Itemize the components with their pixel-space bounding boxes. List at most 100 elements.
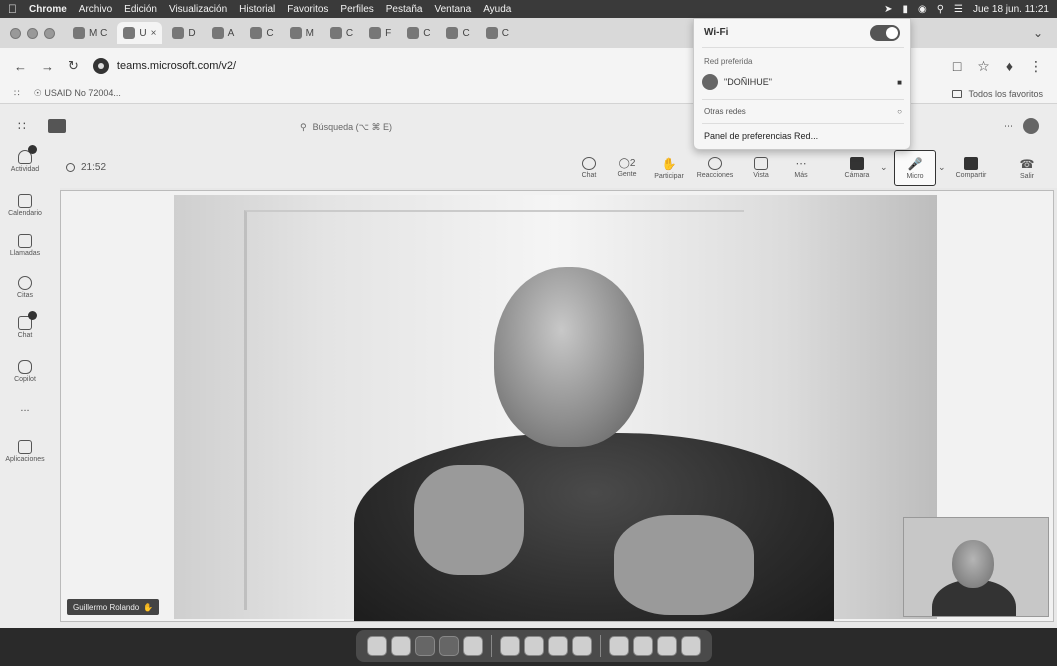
minimize-window-button[interactable] bbox=[27, 27, 38, 39]
more-icon[interactable]: ⋮ bbox=[1029, 58, 1043, 75]
chrome-app-icon[interactable] bbox=[415, 636, 435, 656]
menubar-item[interactable]: Perfiles bbox=[340, 4, 373, 15]
camera-options-chevron-icon[interactable]: ⌄ bbox=[880, 162, 888, 173]
app-icon[interactable] bbox=[439, 636, 459, 656]
search-icon[interactable]: ⚲ bbox=[937, 4, 944, 15]
battery-icon[interactable]: ▮ bbox=[902, 4, 908, 15]
extensions-icon[interactable]: ♦ bbox=[1006, 58, 1013, 75]
rail-item-chat[interactable]: Chat bbox=[0, 311, 50, 339]
browser-tab[interactable]: M C bbox=[67, 22, 113, 44]
site-info-icon[interactable] bbox=[92, 58, 109, 74]
menubar-item[interactable]: Archivo bbox=[79, 4, 112, 15]
rail-item-apps[interactable]: Aplicaciones bbox=[0, 440, 50, 463]
search-input[interactable]: ⚲ Búsqueda (⌥ ⌘ E) bbox=[300, 118, 550, 136]
window-thumbnail-icon[interactable] bbox=[633, 636, 653, 656]
rail-item-calls[interactable]: Llamadas bbox=[0, 234, 50, 257]
chat-button[interactable]: Chat bbox=[568, 150, 610, 186]
notification-badge bbox=[28, 145, 37, 154]
bookmark-label: USAID No 72004... bbox=[44, 88, 121, 98]
wifi-signal-icon bbox=[702, 74, 718, 90]
tab-label: U bbox=[139, 27, 147, 39]
app-icon[interactable] bbox=[463, 636, 483, 656]
browser-tab[interactable]: M bbox=[284, 22, 320, 44]
zoom-window-button[interactable] bbox=[44, 27, 55, 39]
more-button[interactable]: ⋯ Más bbox=[780, 150, 822, 186]
menubar-item[interactable]: Ventana bbox=[434, 4, 471, 15]
app-icon[interactable] bbox=[572, 636, 592, 656]
app-launcher-icon[interactable]: ∷ bbox=[18, 119, 26, 133]
other-networks-item[interactable]: Otras redes ○ bbox=[704, 107, 902, 116]
browser-tab[interactable]: D bbox=[166, 22, 201, 44]
leave-button[interactable]: ☎ Salir bbox=[1006, 150, 1048, 186]
camera-button[interactable]: Cámara bbox=[836, 150, 878, 186]
more-icon: ... bbox=[20, 402, 30, 414]
close-window-button[interactable] bbox=[10, 27, 21, 39]
tab-search-icon[interactable]: ⌄ bbox=[1033, 26, 1043, 40]
browser-tab[interactable]: C bbox=[244, 22, 279, 44]
reload-icon[interactable]: ↻ bbox=[68, 58, 79, 74]
wifi-network-item[interactable]: "DOÑIHUE" ■ bbox=[702, 72, 902, 92]
back-icon[interactable]: ← bbox=[14, 59, 27, 74]
browser-tab[interactable]: C bbox=[324, 22, 359, 44]
rail-item-people[interactable]: Citas bbox=[0, 276, 50, 299]
avatar[interactable] bbox=[1023, 118, 1039, 134]
close-tab-icon[interactable]: × bbox=[151, 28, 157, 39]
rail-item-calendar[interactable]: Calendario bbox=[0, 194, 50, 217]
browser-tab[interactable]: C bbox=[480, 22, 515, 44]
browser-tab-active[interactable]: U × bbox=[117, 22, 163, 44]
app-icon[interactable] bbox=[500, 636, 520, 656]
self-view-video[interactable] bbox=[903, 517, 1049, 617]
tab-label: C bbox=[501, 27, 509, 39]
view-button[interactable]: Vista bbox=[740, 150, 782, 186]
browser-tab[interactable]: A bbox=[206, 22, 241, 44]
wifi-icon[interactable]: ◉ bbox=[918, 4, 927, 15]
reactions-button[interactable]: Reacciones bbox=[694, 150, 736, 186]
rail-item-activity[interactable]: Actividad bbox=[0, 145, 50, 173]
participant-head bbox=[494, 267, 644, 447]
control-label: Más bbox=[794, 172, 808, 179]
control-center-icon[interactable]: ☰ bbox=[954, 4, 963, 15]
mic-options-chevron-icon[interactable]: ⌄ bbox=[938, 162, 946, 173]
menubar-item[interactable]: Favoritos bbox=[287, 4, 328, 15]
trash-icon[interactable] bbox=[681, 636, 701, 656]
menubar-clock[interactable]: Jue 18 jun. 11:21 bbox=[973, 4, 1049, 15]
raise-hand-button[interactable]: ✋ Participar bbox=[648, 150, 690, 186]
bookmark-item[interactable]: ☉ USAID No 72004... bbox=[34, 88, 121, 99]
forward-icon[interactable]: → bbox=[41, 59, 54, 74]
apple-icon[interactable]:  bbox=[8, 2, 17, 16]
app-icon[interactable] bbox=[524, 636, 544, 656]
location-icon[interactable]: ➤ bbox=[884, 4, 892, 15]
network-preferences-item[interactable]: Panel de preferencias Red... bbox=[704, 131, 818, 141]
browser-tab[interactable]: C bbox=[401, 22, 436, 44]
mic-button[interactable]: 🎤 Micro bbox=[894, 150, 936, 186]
finder-icon[interactable] bbox=[367, 636, 387, 656]
timer-text: 21:52 bbox=[81, 162, 107, 173]
menubar-item[interactable]: Ayuda bbox=[483, 4, 511, 15]
rail-item-more[interactable]: ... bbox=[0, 402, 50, 414]
people-button[interactable]: ◯2 Gente bbox=[606, 150, 648, 186]
menubar-item[interactable]: Pestaña bbox=[386, 4, 423, 15]
window-thumbnail-icon[interactable] bbox=[609, 636, 629, 656]
menubar-item[interactable]: Visualización bbox=[169, 4, 227, 15]
chevron-right-icon: ○ bbox=[897, 107, 902, 116]
address-bar[interactable]: teams.microsoft.com/v2/ bbox=[92, 58, 236, 74]
menubar-item[interactable]: Historial bbox=[239, 4, 275, 15]
dock-separator bbox=[600, 635, 601, 657]
calendar-app-icon[interactable] bbox=[391, 636, 411, 656]
bookmark-star-icon[interactable]: ☆ bbox=[977, 58, 990, 75]
wifi-title: Wi-Fi bbox=[704, 27, 729, 38]
browser-tab[interactable]: F bbox=[363, 22, 397, 44]
apps-grid-icon[interactable]: ∷ bbox=[14, 88, 20, 99]
wifi-toggle[interactable] bbox=[870, 25, 900, 41]
menubar-item[interactable]: Edición bbox=[124, 4, 157, 15]
app-icon[interactable] bbox=[548, 636, 568, 656]
more-icon[interactable]: ⋯ bbox=[1004, 121, 1013, 132]
cast-icon[interactable]: □ bbox=[953, 58, 961, 75]
window-thumbnail-icon[interactable] bbox=[657, 636, 677, 656]
rail-item-copilot[interactable]: Copilot bbox=[0, 360, 50, 383]
browser-tab[interactable]: C bbox=[440, 22, 475, 44]
main-participant-video[interactable] bbox=[174, 195, 937, 621]
menubar-app-name[interactable]: Chrome bbox=[29, 4, 67, 15]
share-button[interactable]: Compartir bbox=[950, 150, 992, 186]
all-bookmarks[interactable]: Todos los favoritos bbox=[952, 89, 1043, 99]
